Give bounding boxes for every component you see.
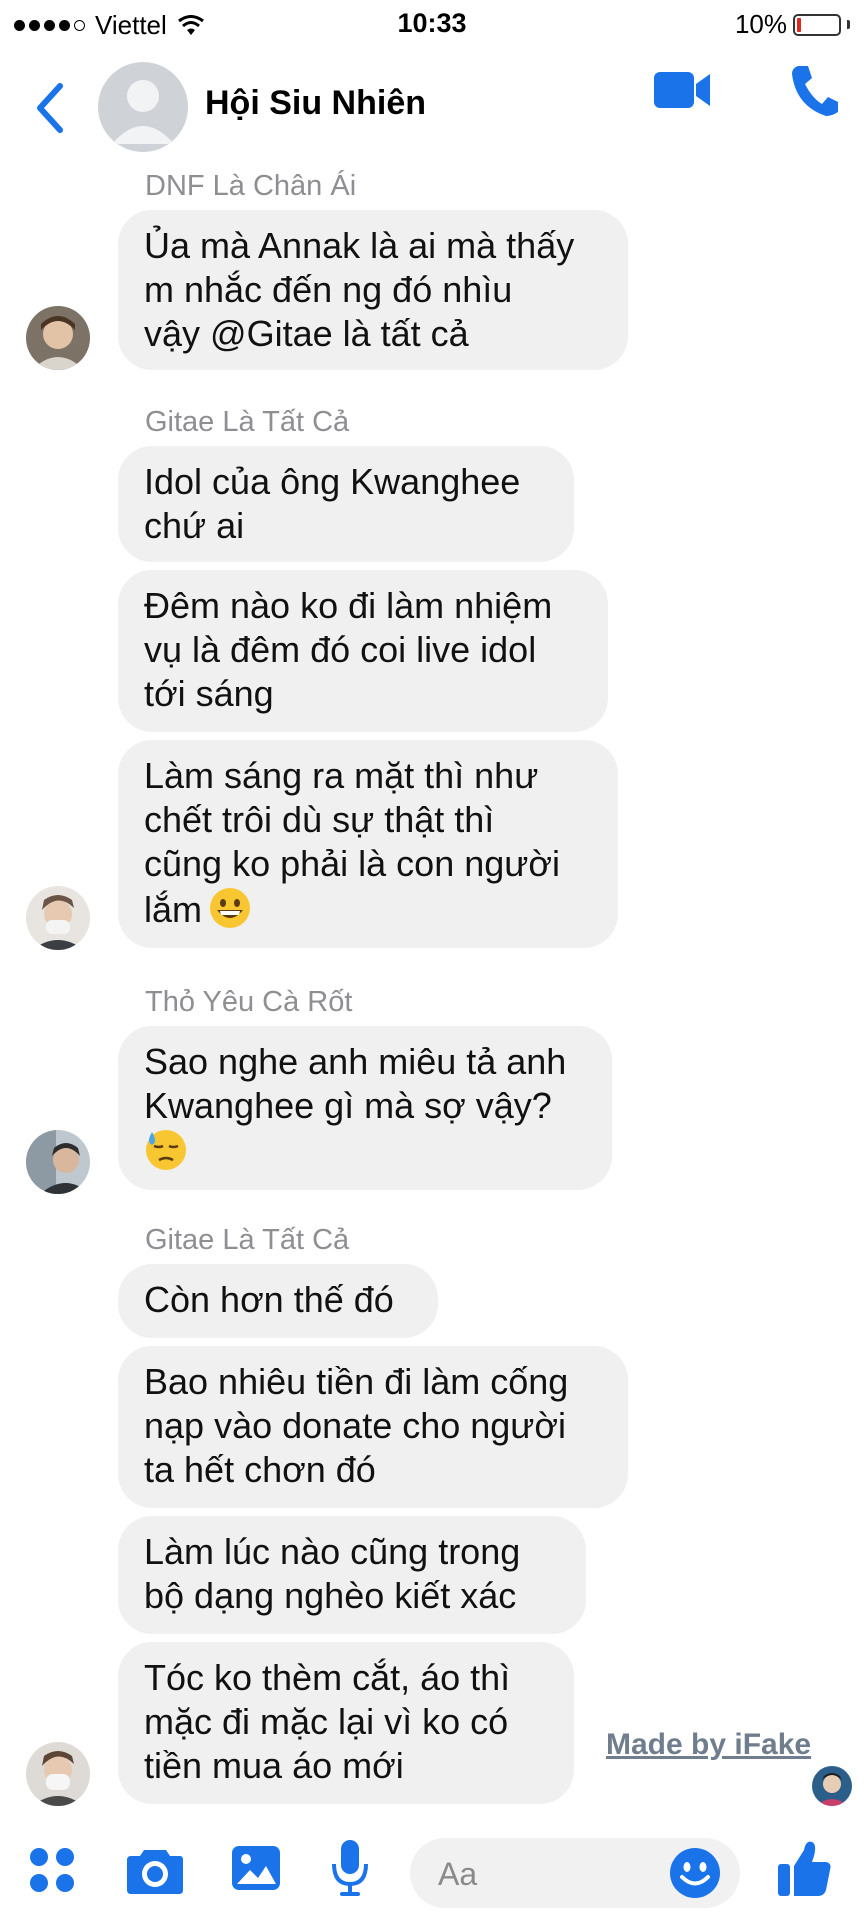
apps-icon[interactable] (28, 1846, 76, 1894)
avatar[interactable] (26, 1742, 90, 1806)
message-line: Bao nhiêu tiền đi làm cống (144, 1361, 569, 1402)
message-bubble[interactable]: Làm lúc nào cũng trong bộ dạng nghèo kiế… (118, 1516, 586, 1634)
message-line: vụ là đêm đó coi live idol (144, 629, 537, 670)
message-line: tới sáng (144, 673, 274, 714)
chat-header: Hội Siu Nhiên (0, 48, 864, 168)
grinning-emoji-icon (210, 888, 251, 928)
message-line: Còn hơn thế đó (144, 1279, 394, 1320)
message-line: Làm lúc nào cũng trong (144, 1531, 521, 1572)
avatar[interactable] (26, 306, 90, 370)
sender-name: DNF Là Chân Ái (145, 170, 357, 202)
message-line: chứ ai (144, 505, 245, 546)
message-line: Idol của ông Kwanghee (144, 461, 521, 502)
message-bubble[interactable]: Còn hơn thế đó (118, 1264, 438, 1338)
thumbs-up-icon[interactable] (776, 1838, 832, 1898)
message-input[interactable] (436, 1852, 660, 1896)
message-line: Sao nghe anh miêu tả anh (144, 1041, 567, 1082)
message-line: Tóc ko thèm cắt, áo thì (144, 1657, 511, 1698)
battery-percent: 10% (734, 9, 787, 39)
message-bubble[interactable]: Đêm nào ko đi làm nhiệm vụ là đêm đó coi… (118, 570, 608, 732)
message-line: ta hết chơn đó (144, 1449, 376, 1490)
message-bubble[interactable]: Tóc ko thèm cắt, áo thì mặc đi mặc lại v… (118, 1642, 574, 1804)
message-line: tiền mua áo mới (144, 1745, 404, 1786)
message-line: vậy @Gitae là tất cả (144, 313, 469, 354)
sender-name: Thỏ Yêu Cà Rốt (145, 986, 353, 1018)
read-receipt-avatar (812, 1766, 852, 1806)
group-avatar[interactable] (98, 62, 188, 152)
conversation-title[interactable]: Hội Siu Nhiên (205, 84, 426, 123)
message-line: Kwanghee gì mà sợ vậy? (144, 1085, 552, 1126)
battery-tip (847, 20, 850, 29)
battery-icon (793, 13, 841, 36)
sender-name: Gitae Là Tất Cả (145, 406, 350, 438)
watermark: Made by iFake (606, 1728, 812, 1761)
downcast-sweat-emoji-icon (146, 1130, 186, 1170)
message-line: Đêm nào ko đi làm nhiệm (144, 585, 553, 626)
camera-icon[interactable] (126, 1844, 184, 1896)
status-bar: Viettel 10:33 10% (0, 0, 864, 48)
composer-bar (0, 1820, 864, 1920)
message-bubble[interactable]: Ủa mà Annak là ai mà thấy m nhắc đến ng … (118, 210, 628, 370)
status-right: 10% (735, 9, 850, 40)
message-line: Làm sáng ra mặt thì như (144, 755, 539, 796)
message-bubble[interactable]: Idol của ông Kwanghee chứ ai (118, 446, 574, 562)
sender-name: Gitae Là Tất Cả (145, 1224, 350, 1256)
emoji-icon[interactable] (668, 1846, 722, 1900)
message-line: m nhắc đến ng đó nhìu (144, 269, 513, 310)
avatar[interactable] (26, 886, 90, 950)
microphone-icon[interactable] (330, 1838, 370, 1898)
message-bubble[interactable]: Làm sáng ra mặt thì như chết trôi dù sự … (118, 740, 618, 948)
message-line: Ủa mà Annak là ai mà thấy (144, 225, 575, 266)
message-input-container[interactable] (410, 1838, 740, 1908)
message-bubble[interactable]: Bao nhiêu tiền đi làm cống nạp vào donat… (118, 1346, 628, 1508)
video-call-icon[interactable] (652, 68, 712, 112)
message-line: nạp vào donate cho người (144, 1405, 567, 1446)
message-bubble[interactable]: Sao nghe anh miêu tả anh Kwanghee gì mà … (118, 1026, 612, 1190)
message-line (144, 1128, 586, 1174)
phone-call-icon[interactable] (788, 62, 840, 118)
message-line-text: lắm (144, 889, 203, 930)
back-chevron-icon[interactable] (30, 78, 70, 138)
message-line: mặc đi mặc lại vì ko có (144, 1701, 509, 1742)
message-line: bộ dạng nghèo kiết xác (144, 1575, 517, 1616)
message-line: cũng ko phải là con người (144, 843, 560, 884)
default-avatar-icon (112, 80, 174, 144)
gallery-icon[interactable] (230, 1842, 282, 1894)
message-line: chết trôi dù sự thật thì (144, 799, 495, 840)
avatar[interactable] (26, 1130, 90, 1194)
message-line: lắm (144, 886, 592, 932)
